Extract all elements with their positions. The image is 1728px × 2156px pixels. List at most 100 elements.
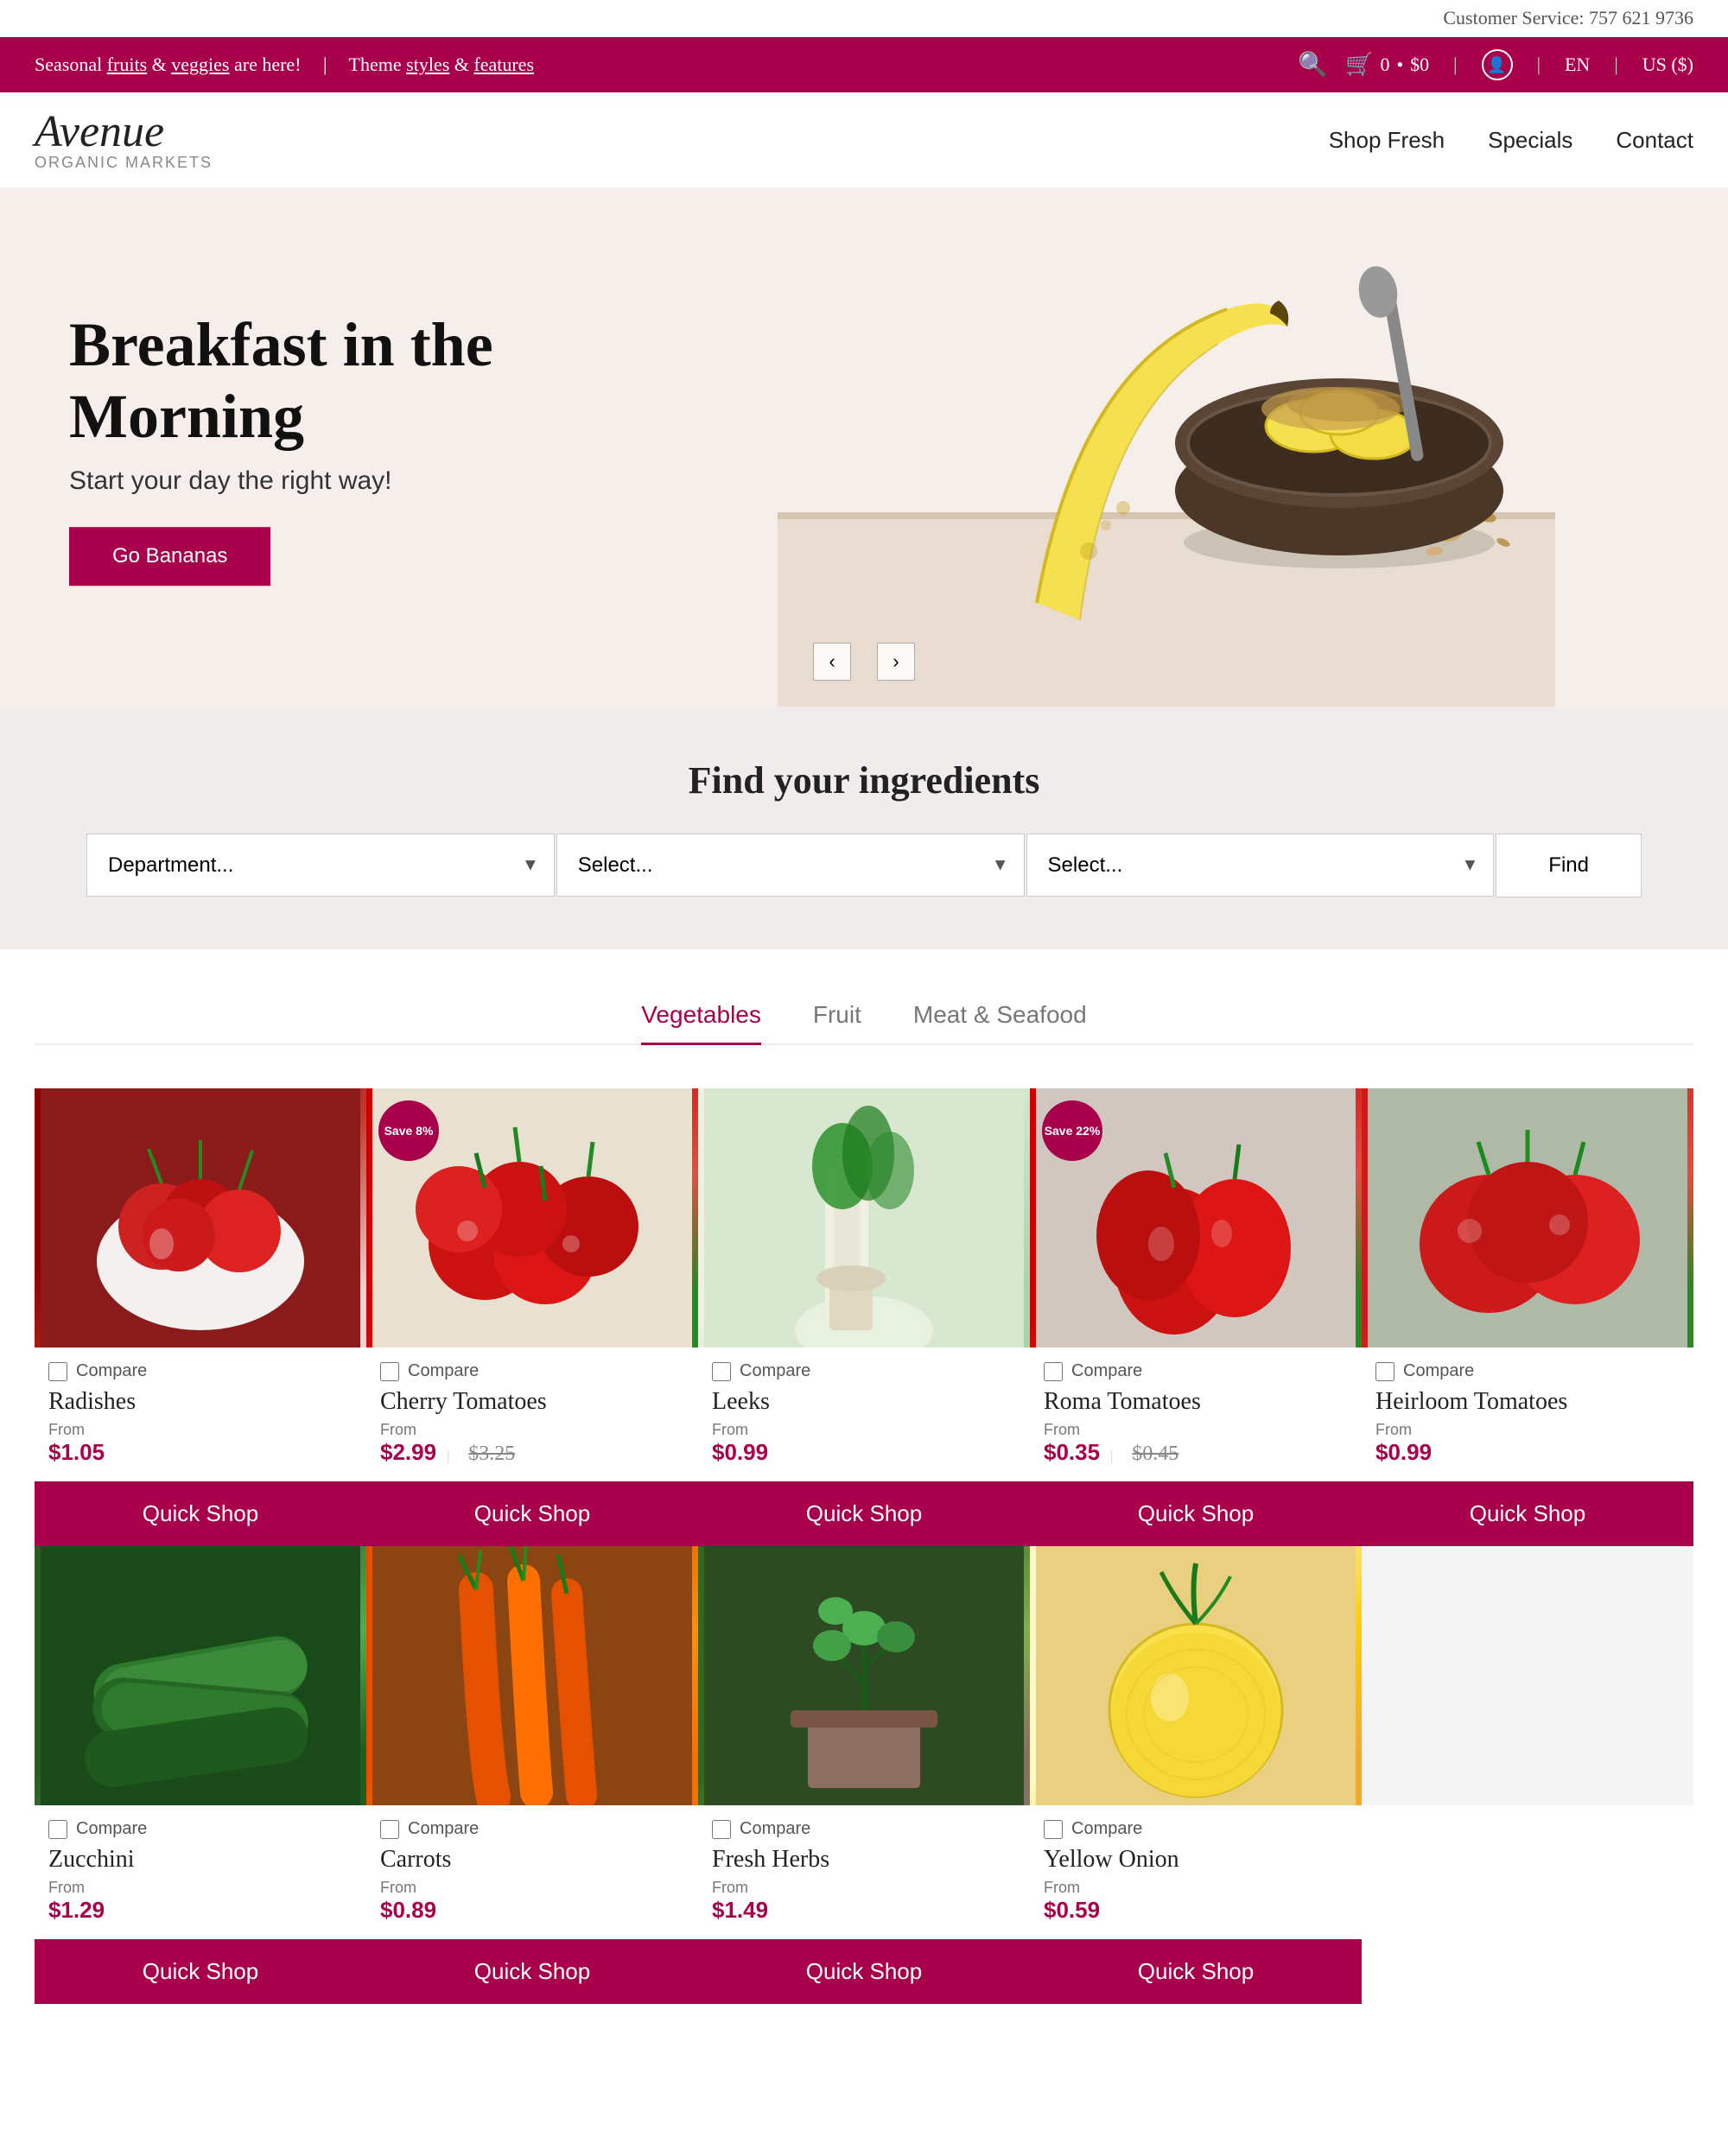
logo-name: Avenue bbox=[35, 107, 164, 156]
price-carrots: $0.89 bbox=[380, 1897, 684, 1924]
product-info-heirloom: Compare Heirloom Tomatoes From $0.99 bbox=[1362, 1348, 1693, 1473]
hero-illustration bbox=[778, 188, 1555, 707]
nav-contact[interactable]: Contact bbox=[1616, 127, 1693, 154]
product-name-carrots: Carrots bbox=[380, 1846, 684, 1874]
select2-wrapper: Select... ▼ bbox=[1026, 834, 1495, 897]
product-info-cherry-tomatoes: Compare Cherry Tomatoes From $2.99 | $3.… bbox=[366, 1348, 698, 1473]
nav-shop-fresh[interactable]: Shop Fresh bbox=[1329, 127, 1445, 154]
price-heirloom: $0.99 bbox=[1375, 1439, 1680, 1466]
compare-checkbox-roma[interactable] bbox=[1044, 1362, 1063, 1381]
product-card-onion: Compare Yellow Onion From $0.59 Quick Sh… bbox=[1030, 1546, 1362, 2004]
product-name-roma: Roma Tomatoes bbox=[1044, 1388, 1348, 1416]
product-card-zucchini: Compare Zucchini From $1.29 Quick Shop bbox=[35, 1546, 366, 2004]
hero-heading: Breakfast in the Morning bbox=[69, 309, 501, 453]
account-icon[interactable]: 👤 bbox=[1482, 49, 1513, 80]
compare-checkbox-leeks[interactable] bbox=[712, 1362, 731, 1381]
find-button[interactable]: Find bbox=[1496, 834, 1642, 897]
compare-row-radishes: Compare bbox=[48, 1361, 353, 1381]
styles-link[interactable]: styles bbox=[406, 54, 449, 75]
carousel-prev[interactable]: ‹ bbox=[813, 643, 851, 681]
compare-label-radishes: Compare bbox=[76, 1361, 147, 1381]
hero-subheading: Start your day the right way! bbox=[69, 466, 501, 496]
cart-count: 0 bbox=[1380, 54, 1389, 76]
compare-label-roma: Compare bbox=[1071, 1361, 1142, 1381]
search-section: Find your ingredients Department... ▼ Se… bbox=[0, 707, 1728, 949]
cart-icon: 🛒 bbox=[1345, 52, 1373, 78]
currency-selector[interactable]: US ($) bbox=[1642, 54, 1693, 76]
compare-row-herbs: Compare bbox=[712, 1819, 1016, 1839]
search-heading: Find your ingredients bbox=[35, 758, 1693, 802]
price-area-roma: $0.35 | $0.45 bbox=[1044, 1439, 1348, 1466]
hero-button[interactable]: Go Bananas bbox=[69, 527, 270, 586]
cart-total: $0 bbox=[1410, 54, 1429, 76]
product-card-carrots: Compare Carrots From $0.89 Quick Shop bbox=[366, 1546, 698, 2004]
carousel-next[interactable]: › bbox=[877, 643, 915, 681]
save-text-cherry: Save 8% bbox=[384, 1123, 434, 1138]
product-tabs: Vegetables Fruit Meat & Seafood bbox=[35, 1001, 1693, 1045]
price-roma: $0.35 bbox=[1044, 1439, 1100, 1465]
compare-checkbox-carrots[interactable] bbox=[380, 1820, 399, 1839]
product-name-radishes: Radishes bbox=[48, 1388, 353, 1416]
announcement-after: are here! bbox=[229, 54, 301, 75]
veggies-link[interactable]: veggies bbox=[171, 54, 229, 75]
quick-shop-radishes[interactable]: Quick Shop bbox=[35, 1481, 366, 1546]
tab-fruit[interactable]: Fruit bbox=[813, 1001, 861, 1045]
compare-label-herbs: Compare bbox=[740, 1819, 810, 1839]
compare-checkbox-herbs[interactable] bbox=[712, 1820, 731, 1839]
tab-meat-seafood[interactable]: Meat & Seafood bbox=[913, 1001, 1087, 1045]
department-select[interactable]: Department... bbox=[86, 834, 555, 897]
announcement-text: Seasonal fruits & veggies are here! | Th… bbox=[35, 54, 534, 76]
product-name-zucchini: Zucchini bbox=[48, 1846, 353, 1874]
quick-shop-leeks[interactable]: Quick Shop bbox=[698, 1481, 1030, 1546]
divider2: | bbox=[1537, 54, 1541, 76]
products-section: Vegetables Fruit Meat & Seafood bbox=[0, 949, 1728, 2056]
price-onion: $0.59 bbox=[1044, 1897, 1348, 1924]
quick-shop-cherry[interactable]: Quick Shop bbox=[366, 1481, 698, 1546]
price-cherry: $2.99 bbox=[380, 1439, 436, 1465]
compare-row-roma: Compare bbox=[1044, 1361, 1348, 1381]
customer-service-bar: Customer Service: 757 621 9736 bbox=[0, 0, 1728, 37]
product-image-empty bbox=[1362, 1546, 1693, 1805]
header-icons: 🔍 🛒 0 • $0 | 👤 | EN | US ($) bbox=[1298, 49, 1693, 80]
language-selector[interactable]: EN bbox=[1565, 54, 1590, 76]
quick-shop-heirloom[interactable]: Quick Shop bbox=[1362, 1481, 1693, 1546]
compare-checkbox-cherry[interactable] bbox=[380, 1362, 399, 1381]
compare-checkbox-radishes[interactable] bbox=[48, 1362, 67, 1381]
announcement-before: Seasonal bbox=[35, 54, 107, 75]
compare-row-cherry: Compare bbox=[380, 1361, 684, 1381]
logo[interactable]: Avenue organic markets bbox=[35, 110, 213, 170]
quick-shop-zucchini[interactable]: Quick Shop bbox=[35, 1939, 366, 2004]
save-text-roma: Save 22% bbox=[1045, 1123, 1101, 1138]
select2[interactable]: Select... bbox=[1026, 834, 1495, 897]
compare-checkbox-heirloom[interactable] bbox=[1375, 1362, 1394, 1381]
product-name-leeks: Leeks bbox=[712, 1388, 1016, 1416]
product-card-herbs: Compare Fresh Herbs From $1.49 Quick Sho… bbox=[698, 1546, 1030, 2004]
compare-row-onion: Compare bbox=[1044, 1819, 1348, 1839]
search-row: Department... ▼ Select... ▼ Select... ▼ … bbox=[86, 834, 1642, 897]
quick-shop-roma[interactable]: Quick Shop bbox=[1030, 1481, 1362, 1546]
quick-shop-herbs[interactable]: Quick Shop bbox=[698, 1939, 1030, 2004]
features-link[interactable]: features bbox=[473, 54, 534, 75]
compare-checkbox-onion[interactable] bbox=[1044, 1820, 1063, 1839]
quick-shop-carrots[interactable]: Quick Shop bbox=[366, 1939, 698, 2004]
search-icon[interactable]: 🔍 bbox=[1298, 50, 1328, 79]
compare-label-carrots: Compare bbox=[408, 1819, 479, 1839]
compare-checkbox-zucchini[interactable] bbox=[48, 1820, 67, 1839]
select1[interactable]: Select... bbox=[556, 834, 1025, 897]
nav-specials[interactable]: Specials bbox=[1488, 127, 1572, 154]
price-from-heirloom: From bbox=[1375, 1421, 1680, 1439]
product-card-empty bbox=[1362, 1546, 1693, 2004]
customer-service-text: Customer Service: 757 621 9736 bbox=[1443, 7, 1693, 29]
compare-label-onion: Compare bbox=[1071, 1819, 1142, 1839]
price-radishes: $1.05 bbox=[48, 1439, 353, 1466]
price-from-zucchini: From bbox=[48, 1879, 353, 1897]
price-area-cherry: $2.99 | $3.25 bbox=[380, 1439, 684, 1466]
tab-vegetables[interactable]: Vegetables bbox=[641, 1001, 761, 1045]
announcement-bar: Seasonal fruits & veggies are here! | Th… bbox=[0, 37, 1728, 92]
fruits-link[interactable]: fruits bbox=[107, 54, 147, 75]
cart-area[interactable]: 🛒 0 • $0 bbox=[1345, 52, 1429, 78]
product-image-zucchini bbox=[35, 1546, 366, 1805]
divider3: | bbox=[1614, 54, 1617, 76]
compare-row-carrots: Compare bbox=[380, 1819, 684, 1839]
quick-shop-onion[interactable]: Quick Shop bbox=[1030, 1939, 1362, 2004]
